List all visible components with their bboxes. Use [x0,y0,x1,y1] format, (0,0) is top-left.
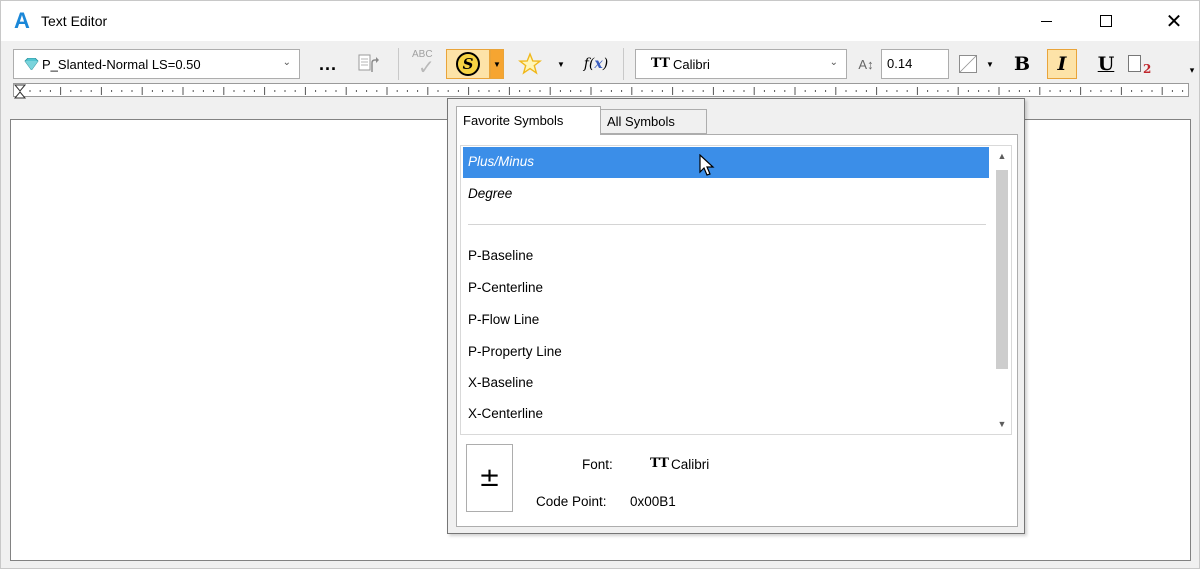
mouse-cursor-icon [699,154,715,176]
toolbar-separator [398,48,399,80]
ruler[interactable] [13,83,1189,100]
symbol-font-value: Calibri [671,457,710,472]
text-style-dropdown[interactable]: P_Slanted-Normal LS=0.50 ⌄ [13,49,300,79]
text-height-icon: A↕ [858,56,874,72]
more-options-button[interactable]: ... [314,49,342,79]
favorite-dropdown-arrow[interactable]: ▼ [554,51,568,77]
star-icon [518,52,542,75]
text-height-input[interactable]: 0.14 [881,49,949,79]
list-divider [468,224,986,225]
truetype-font-icon: TT [650,456,669,471]
symbol-preview: ± [466,444,513,512]
insert-document-button[interactable] [355,51,381,77]
document-arrow-icon [358,54,379,72]
favorite-symbols-panel: Plus/Minus Degree P-Baseline P-Centerlin… [456,134,1018,527]
ruler-ticks [29,87,1184,95]
symbols-list[interactable]: Plus/Minus Degree P-Baseline P-Centerlin… [460,145,1012,435]
maximize-icon [1100,15,1112,27]
minimize-button[interactable] [1023,1,1069,41]
list-item-x-centerline[interactable]: X-Centerline [463,399,989,430]
tab-favorite-symbols[interactable]: Favorite Symbols [456,106,601,135]
text-style-gem-icon [24,58,39,70]
font-label: Font: [582,457,613,472]
list-item-p-centerline[interactable]: P-Centerline [463,273,989,304]
list-scrollbar[interactable]: ▲ ▼ [993,146,1011,434]
toolbar-separator [623,48,624,80]
check-icon: ✓ [418,57,435,79]
list-item-plus-minus[interactable]: Plus/Minus [463,147,989,178]
font-name-value: Calibri [673,57,710,72]
toolbar-overflow-button[interactable]: ▾ [1187,55,1197,85]
text-style-value: P_Slanted-Normal LS=0.50 [42,57,201,72]
text-color-dropdown-arrow[interactable]: ▼ [984,51,996,77]
minimize-icon [1040,20,1052,22]
chevron-down-icon: ⌄ [282,57,291,68]
list-item-x-baseline[interactable]: X-Baseline [463,368,989,399]
indent-marker-icon[interactable] [14,84,26,100]
list-item-p-baseline[interactable]: P-Baseline [463,241,989,272]
function-fx-icon: f(x) [583,56,609,72]
spell-check-button[interactable]: ABC ✓ [408,49,442,79]
list-item-p-property-line[interactable]: P-Property Line [463,337,989,368]
list-item-degree[interactable]: Degree [463,179,989,210]
subscript-number: 2 [1143,62,1152,76]
insert-field-button[interactable]: f(x) [579,51,613,77]
italic-button[interactable]: I [1047,49,1077,79]
subscript-box-icon [1128,55,1141,72]
title-bar[interactable]: A Text Editor ✕ [1,1,1199,41]
text-color-button[interactable] [957,51,979,77]
close-button[interactable]: ✕ [1151,1,1197,41]
bold-button[interactable]: B [1009,49,1035,79]
scrollbar-thumb[interactable] [996,170,1008,369]
symbols-popup: Favorite Symbols All Symbols Plus/Minus … [447,98,1025,534]
list-item-p-flow-line[interactable]: P-Flow Line [463,305,989,336]
text-editor-window: A Text Editor ✕ P_Slanted-Normal LS=0.50… [0,0,1200,569]
symbol-dropdown-arrow[interactable]: ▼ [490,49,504,79]
color-swatch-icon [959,55,977,73]
truetype-font-icon: TT [651,56,670,71]
font-dropdown[interactable]: TT Calibri ⌄ [635,49,847,79]
tab-all-symbols[interactable]: All Symbols [601,109,707,134]
close-icon: ✕ [1165,9,1183,33]
code-point-value: 0x00B1 [630,494,676,509]
window-title: Text Editor [41,13,108,29]
maximize-button[interactable] [1083,1,1129,41]
underline-button[interactable]: U [1093,49,1119,79]
insert-symbol-button[interactable]: S [446,49,490,79]
subscript-button[interactable]: 2 [1124,49,1156,79]
code-point-label: Code Point: [536,494,607,509]
symbol-s-icon: S [456,52,480,76]
app-logo-icon: A [14,8,30,33]
favorite-star-button[interactable] [515,50,545,78]
chevron-down-icon: ⌄ [829,57,838,68]
scroll-down-arrow-icon[interactable]: ▼ [996,416,1008,432]
scroll-up-arrow-icon[interactable]: ▲ [996,148,1008,164]
